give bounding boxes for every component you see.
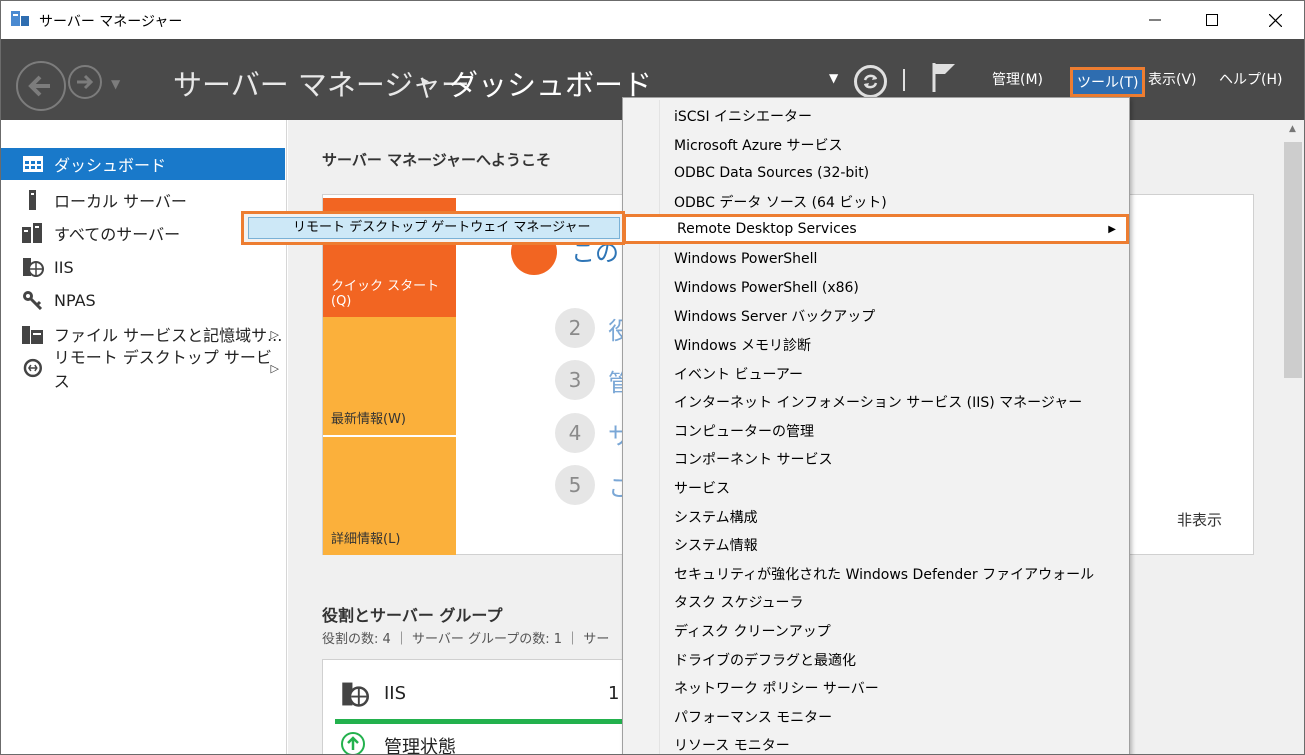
menu-tools[interactable]: ツール(T) <box>1070 67 1146 97</box>
refresh-button[interactable] <box>854 65 887 98</box>
tile-label: 詳細情報(L) <box>331 532 401 547</box>
menu-item-label: Remote Desktop Services <box>677 221 857 237</box>
menu-manage[interactable]: 管理(M) <box>992 69 1043 89</box>
roles-summary: 役割の数: 4 ｜ サーバー グループの数: 1 ｜ サー <box>322 632 610 647</box>
close-icon <box>1268 13 1282 27</box>
menu-item-component-services[interactable]: コンポーネント サービス <box>623 445 1129 474</box>
iis-role-card[interactable]: IIS 1 管理状態 <box>322 659 633 754</box>
window-title: サーバー マネージャー <box>39 14 183 30</box>
step-4-badge: 4 <box>555 413 595 453</box>
forward-button[interactable] <box>68 65 102 99</box>
menu-item-computer-management[interactable]: コンピューターの管理 <box>623 417 1129 446</box>
sidebar-item-npas[interactable]: NPAS <box>1 284 285 316</box>
scroll-up-icon[interactable]: ▲ <box>1289 124 1296 134</box>
roles-section-title: 役割とサーバー グループ <box>322 606 503 625</box>
menu-item-services[interactable]: サービス <box>623 474 1129 503</box>
menu-item-remote-desktop-services[interactable]: Remote Desktop Services ▶ <box>623 214 1129 244</box>
header-divider <box>903 69 905 91</box>
tile-label: クイック スタート(Q) <box>331 279 440 309</box>
submenu-arrow-icon: ▶ <box>1108 223 1116 235</box>
sidebar-item-label: ダッシュボード <box>54 156 167 175</box>
iis-server-count: 1 <box>608 683 620 704</box>
sidebar-item-remote-desktop[interactable]: リモート デスクトップ サービス ▷ <box>1 348 285 391</box>
iis-icon <box>342 682 369 707</box>
tools-dropdown-menu: iSCSI イニシエーター Microsoft Azure サービス ODBC … <box>622 97 1130 754</box>
welcome-title: サーバー マネージャーへようこそ <box>322 151 552 169</box>
menu-item-defender-firewall[interactable]: セキュリティが強化された Windows Defender ファイアウォール <box>623 560 1129 589</box>
menu-item-iis-manager[interactable]: インターネット インフォメーション サービス (IIS) マネージャー <box>623 388 1129 417</box>
menu-item-system-information[interactable]: システム情報 <box>623 531 1129 560</box>
server-manager-window: サーバー マネージャー ▼ サーバー マネージャー ▸ ダッシュボード ▼ 管理… <box>0 0 1305 755</box>
sidebar-item-label: リモート デスクトップ サービス <box>53 348 272 391</box>
menu-item-azure-services[interactable]: Microsoft Azure サービス <box>623 131 1129 160</box>
close-button[interactable] <box>1247 1 1303 39</box>
iis-manageability-label[interactable]: 管理状態 <box>384 733 456 754</box>
iis-icon <box>23 258 44 277</box>
menu-item-memory-diagnostic[interactable]: Windows メモリ診断 <box>623 331 1129 360</box>
step-2-badge: 2 <box>555 308 595 348</box>
remote-desktop-submenu: リモート デスクトップ ゲートウェイ マネージャー <box>241 211 625 245</box>
servers-icon <box>22 223 42 243</box>
iis-card-title: IIS <box>384 683 407 704</box>
step-3-badge: 3 <box>555 360 595 400</box>
server-manager-app-icon <box>11 11 29 26</box>
sidebar-item-label: ローカル サーバー <box>54 192 187 211</box>
sidebar-item-dashboard[interactable]: ダッシュボード <box>1 148 285 180</box>
notifications-flag-icon[interactable] <box>931 61 957 93</box>
vertical-scrollbar[interactable]: ▲ <box>1282 120 1304 754</box>
menu-item-server-backup[interactable]: Windows Server バックアップ <box>623 302 1129 331</box>
minimize-icon <box>1149 19 1161 21</box>
breadcrumb-separator-icon: ▸ <box>422 73 430 89</box>
menu-item-event-viewer[interactable]: イベント ビューアー <box>623 359 1129 388</box>
refresh-icon <box>863 74 878 89</box>
dashboard-icon <box>23 156 43 172</box>
file-services-icon <box>22 326 43 344</box>
remote-desktop-icon <box>23 358 42 378</box>
menu-view[interactable]: 表示(V) <box>1148 69 1197 89</box>
expand-arrow-icon[interactable]: ▷ <box>271 328 279 341</box>
menu-item-performance-monitor[interactable]: パフォーマンス モニター <box>623 703 1129 732</box>
menu-item-odbc-64[interactable]: ODBC データ ソース (64 ビット) <box>623 188 1129 217</box>
npas-icon <box>23 291 43 310</box>
sidebar-item-label: NPAS <box>54 290 96 310</box>
sidebar-item-label: IIS <box>54 257 74 277</box>
back-arrow-icon <box>28 75 50 97</box>
sidebar-item-label: すべてのサーバー <box>54 225 181 244</box>
server-icon <box>29 190 36 210</box>
status-up-arrow-icon <box>341 732 365 754</box>
maximize-button[interactable] <box>1184 1 1240 39</box>
submenu-item-rd-gateway-manager[interactable]: リモート デスクトップ ゲートウェイ マネージャー <box>248 217 620 239</box>
history-dropdown-icon[interactable]: ▼ <box>111 77 120 91</box>
forward-arrow-icon <box>77 74 94 90</box>
menu-item-disk-cleanup[interactable]: ディスク クリーンアップ <box>623 617 1129 646</box>
title-bar: サーバー マネージャー <box>1 1 1304 39</box>
menu-item-iscsi-initiator[interactable]: iSCSI イニシエーター <box>623 102 1129 131</box>
menu-item-odbc-32[interactable]: ODBC Data Sources (32-bit) <box>623 159 1129 188</box>
minimize-button[interactable] <box>1127 1 1183 39</box>
menu-item-system-configuration[interactable]: システム構成 <box>623 502 1129 531</box>
scrollbar-thumb[interactable] <box>1284 142 1302 378</box>
expand-arrow-icon[interactable]: ▷ <box>271 362 279 375</box>
sidebar-item-iis[interactable]: IIS <box>1 251 285 283</box>
back-button[interactable] <box>16 61 66 111</box>
sidebar-item-label: ファイル サービスと記憶域サ... <box>54 326 283 345</box>
step-5-badge: 5 <box>555 465 595 505</box>
tile-whats-new[interactable]: 最新情報(W) <box>323 317 456 435</box>
tile-learn-more[interactable]: 詳細情報(L) <box>323 437 456 555</box>
menu-help[interactable]: ヘルプ(H) <box>1219 69 1282 89</box>
tile-label: 最新情報(W) <box>331 412 406 427</box>
menu-item-resource-monitor[interactable]: リソース モニター <box>623 731 1129 754</box>
menu-item-powershell-x86[interactable]: Windows PowerShell (x86) <box>623 274 1129 303</box>
menu-item-powershell[interactable]: Windows PowerShell <box>623 245 1129 274</box>
maximize-icon <box>1206 14 1218 26</box>
menu-item-network-policy-server[interactable]: ネットワーク ポリシー サーバー <box>623 674 1129 703</box>
hide-link[interactable]: 非表示 <box>1177 509 1222 530</box>
menu-item-task-scheduler[interactable]: タスク スケジューラ <box>623 588 1129 617</box>
iis-status-bar <box>335 719 633 724</box>
menu-item-defragment[interactable]: ドライブのデフラグと最適化 <box>623 645 1129 674</box>
header-dropdown-icon[interactable]: ▼ <box>829 71 838 85</box>
